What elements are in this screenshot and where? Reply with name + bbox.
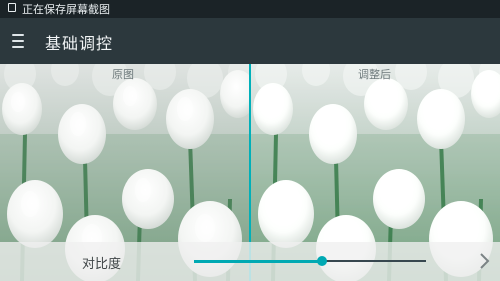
page-title: 基础调控 xyxy=(45,34,114,53)
app-bar: 基础调控 xyxy=(0,18,500,64)
status-bar: 正在保存屏幕截图 xyxy=(0,0,500,18)
contrast-control: 对比度 xyxy=(0,242,500,281)
contrast-label: 对比度 xyxy=(82,257,122,272)
adjusted-label: 调整后 xyxy=(358,68,391,81)
original-label: 原图 xyxy=(112,68,134,81)
slider-thumb[interactable] xyxy=(316,256,327,266)
screenshot-icon xyxy=(8,3,16,12)
chevron-right-icon[interactable] xyxy=(476,250,492,272)
contrast-slider[interactable] xyxy=(194,256,426,266)
status-text: 正在保存屏幕截图 xyxy=(22,3,110,16)
compare-view: 原图 调整后 对比度 xyxy=(0,64,500,281)
slider-fill xyxy=(194,260,322,263)
menu-icon[interactable] xyxy=(12,34,24,48)
